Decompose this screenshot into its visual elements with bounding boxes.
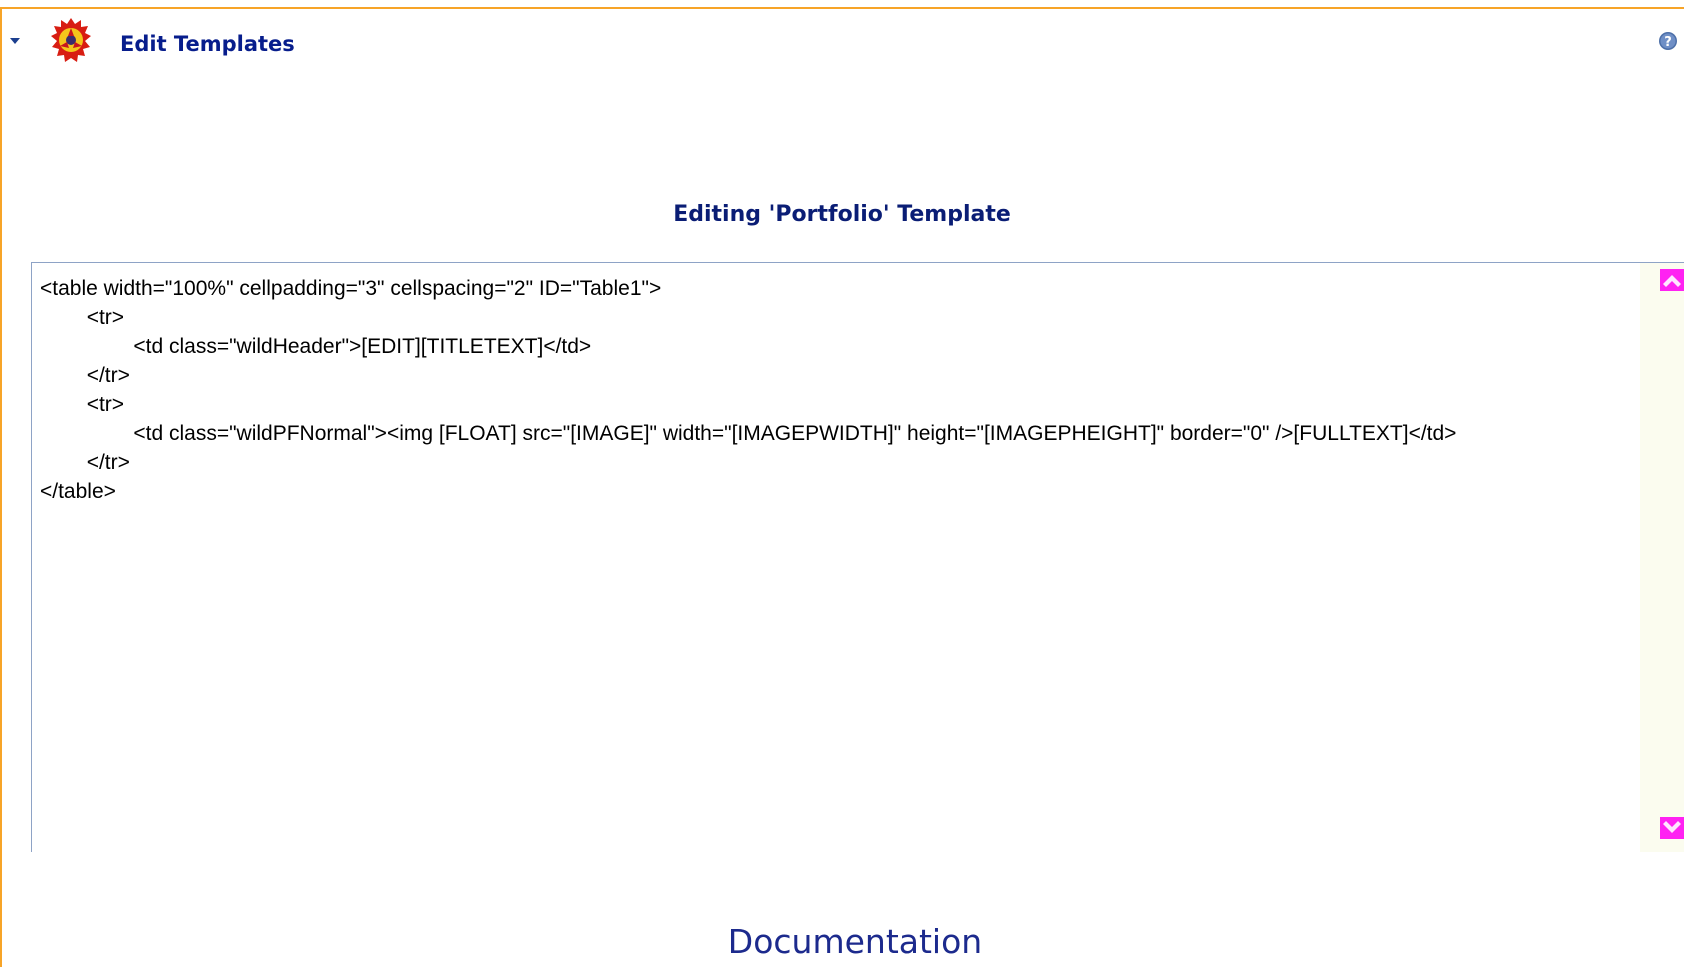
triangle-down-icon[interactable]: [10, 38, 20, 44]
chevron-down-icon[interactable]: [1660, 817, 1684, 839]
template-code-textarea[interactable]: <table width="100%" cellpadding="3" cell…: [32, 263, 1637, 852]
module-title: Edit Templates: [120, 32, 295, 56]
chevron-up-icon[interactable]: [1660, 269, 1684, 291]
documentation-link[interactable]: Documentation: [0, 922, 1684, 961]
svg-text:?: ?: [1664, 35, 1672, 50]
gear-module-icon: [51, 18, 91, 62]
help-question-icon[interactable]: ?: [1658, 31, 1678, 51]
template-editing-heading: Editing 'Portfolio' Template: [673, 202, 1011, 227]
editor-scrollbar[interactable]: [1640, 263, 1684, 852]
template-editor: <table width="100%" cellpadding="3" cell…: [31, 262, 1684, 852]
